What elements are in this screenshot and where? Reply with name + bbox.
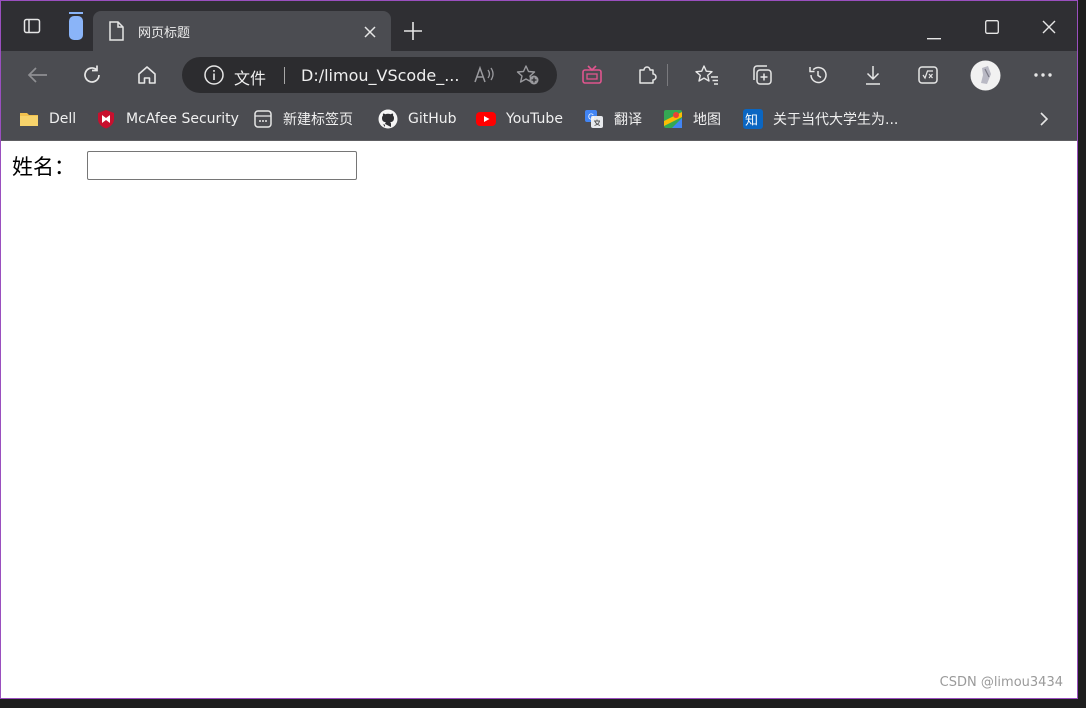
bookmark-label: 翻译 — [614, 112, 642, 128]
name-label: 姓名： — [12, 155, 75, 179]
bookmark-translate[interactable]: G 翻译 — [584, 107, 642, 131]
bookmark-github[interactable]: GitHub — [378, 107, 457, 131]
github-icon — [378, 109, 398, 129]
maps-icon — [663, 109, 683, 129]
browser-window: 网页标题 文件 D:/limou_VScode_... Dell McAfee … — [0, 0, 1078, 699]
navigation-toolbar: 文件 D:/limou_VScode_... — [1, 51, 1077, 99]
bookmark-label: 新建标签页 — [283, 112, 353, 128]
bookmark-maps[interactable]: 地图 — [663, 107, 721, 131]
address-divider — [284, 67, 285, 84]
add-favorite-icon[interactable] — [516, 63, 540, 87]
bookmark-youtube[interactable]: YouTube — [476, 107, 563, 131]
page-content: 姓名： CSDN @limou3434 — [1, 141, 1077, 698]
favorites-icon[interactable] — [695, 63, 719, 87]
zhihu-icon: 知 — [743, 109, 763, 129]
history-icon[interactable] — [806, 63, 830, 87]
tab-title: 网页标题 — [138, 26, 191, 41]
extensions-icon[interactable] — [635, 63, 659, 87]
toolbar-divider — [667, 63, 669, 87]
collections-icon[interactable] — [751, 63, 775, 87]
math-solver-icon[interactable] — [916, 63, 940, 87]
tab-actions-icon[interactable] — [21, 15, 43, 37]
profile-avatar[interactable] — [970, 60, 1001, 91]
youtube-icon — [476, 109, 496, 129]
bookmarks-bar: Dell McAfee Security 新建标签页 GitHub YouTub… — [1, 99, 1077, 141]
title-bar: 网页标题 — [1, 1, 1077, 51]
minimize-icon[interactable] — [927, 25, 941, 44]
refresh-icon[interactable] — [80, 63, 104, 87]
bookmark-label: Dell — [49, 111, 77, 127]
bookmark-new-tab-page[interactable]: 新建标签页 — [253, 107, 353, 131]
workspace-icon[interactable] — [65, 12, 87, 40]
bookmark-mcafee[interactable]: McAfee Security — [96, 107, 239, 131]
bookmark-label: McAfee Security — [126, 111, 239, 127]
extension-tv-icon[interactable] — [580, 63, 604, 87]
more-options-icon[interactable] — [1031, 63, 1055, 87]
new-tab-page-icon — [253, 109, 273, 129]
home-icon[interactable] — [135, 63, 159, 87]
info-icon[interactable] — [202, 63, 226, 87]
address-bar[interactable]: 文件 D:/limou_VScode_... — [182, 57, 557, 93]
bookmark-label: YouTube — [506, 111, 563, 127]
more-bookmarks-icon[interactable] — [1039, 107, 1049, 131]
folder-icon — [19, 109, 39, 129]
bookmark-dell[interactable]: Dell — [19, 107, 76, 131]
downloads-icon[interactable] — [861, 63, 885, 87]
address-scheme-label: 文件 — [234, 69, 267, 88]
read-aloud-icon[interactable] — [472, 63, 496, 87]
translate-icon: G — [584, 109, 604, 129]
bookmark-label: 关于当代大学生为... — [773, 112, 899, 128]
bookmark-label: GitHub — [408, 111, 457, 127]
svg-text:知: 知 — [745, 113, 758, 129]
page-icon — [105, 20, 127, 42]
name-input[interactable] — [87, 151, 357, 180]
mcafee-shield-icon — [96, 109, 116, 129]
maximize-icon[interactable] — [985, 19, 999, 38]
svg-text:G: G — [588, 113, 594, 122]
address-url[interactable]: D:/limou_VScode_... — [301, 66, 459, 85]
active-tab[interactable]: 网页标题 — [93, 11, 391, 51]
back-icon[interactable] — [25, 63, 49, 87]
close-tab-icon[interactable] — [363, 24, 377, 43]
bookmark-label: 地图 — [693, 112, 721, 128]
bookmark-zhihu[interactable]: 知 关于当代大学生为... — [743, 107, 898, 131]
close-window-icon[interactable] — [1042, 19, 1056, 38]
new-tab-icon[interactable] — [403, 21, 423, 45]
csdn-watermark: CSDN @limou3434 — [939, 675, 1063, 690]
